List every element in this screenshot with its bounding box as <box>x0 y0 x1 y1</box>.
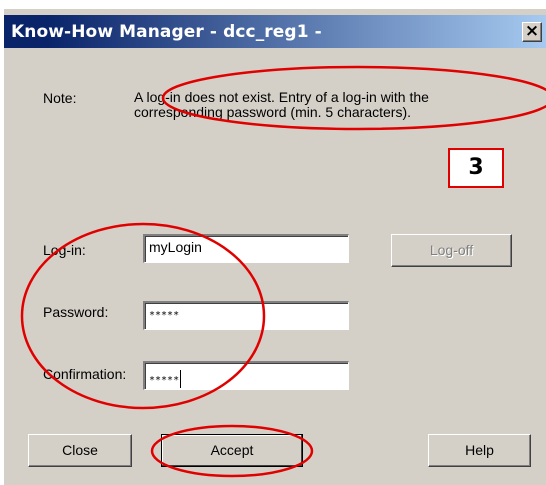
note-label: Note: <box>43 90 77 106</box>
close-button[interactable]: Close <box>28 434 132 467</box>
accept-button[interactable]: Accept <box>161 434 303 467</box>
note-text: A log-in does not exist. Entry of a log-… <box>134 89 429 120</box>
title-bar: Know-How Manager - dcc_reg1 - × <box>4 15 546 48</box>
confirmation-label: Confirmation: <box>43 366 127 382</box>
step-number-badge: 3 <box>448 148 504 188</box>
text-caret <box>180 370 182 388</box>
login-label: Log-in: <box>43 242 86 258</box>
logoff-button[interactable]: Log-off <box>391 234 512 267</box>
password-label: Password: <box>43 304 109 320</box>
password-input[interactable]: ***** <box>143 301 349 330</box>
window-title: Know-How Manager - dcc_reg1 - <box>11 22 322 42</box>
login-input[interactable]: myLogin <box>143 234 349 263</box>
confirmation-value: ***** <box>149 375 180 386</box>
help-button[interactable]: Help <box>428 434 531 467</box>
confirmation-input[interactable]: ***** <box>143 361 349 390</box>
close-window-icon[interactable]: × <box>522 22 542 42</box>
